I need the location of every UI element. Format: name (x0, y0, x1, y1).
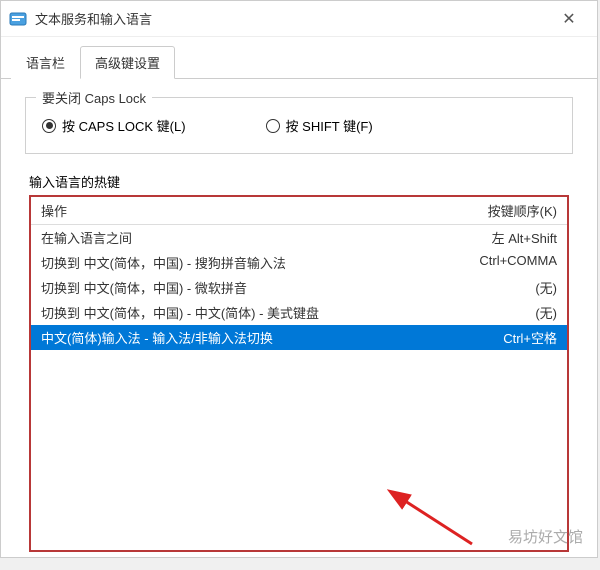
hotkey-action: 切换到 中文(简体，中国) - 搜狗拼音输入法 (41, 253, 417, 272)
radio-capslock-label: 按 CAPS LOCK 键(L) (62, 116, 186, 135)
watermark: 易坊好文馆 (508, 526, 583, 547)
close-button[interactable]: ✕ (549, 4, 589, 34)
app-icon (9, 10, 27, 28)
hotkey-action: 切换到 中文(简体，中国) - 微软拼音 (41, 278, 417, 297)
hotkey-key: Ctrl+空格 (417, 328, 557, 347)
hotkey-section-label: 输入语言的热键 (29, 172, 569, 191)
hotkey-section: 输入语言的热键 操作 按键顺序(K) 在输入语言之间 左 Alt+Shift 切… (25, 172, 573, 552)
radio-capslock[interactable]: 按 CAPS LOCK 键(L) (42, 116, 186, 135)
hotkey-key: 左 Alt+Shift (417, 228, 557, 247)
hotkey-header: 操作 按键顺序(K) (31, 197, 567, 225)
hotkey-empty-area (31, 350, 567, 550)
tab-advanced-key[interactable]: 高级键设置 (80, 46, 175, 79)
header-key[interactable]: 按键顺序(K) (417, 201, 557, 220)
close-icon: ✕ (562, 9, 575, 29)
radio-shift[interactable]: 按 SHIFT 键(F) (266, 116, 373, 135)
tab-bar: 语言栏 高级键设置 (1, 37, 597, 79)
hotkey-action: 在输入语言之间 (41, 228, 417, 247)
dialog-window: 文本服务和输入语言 ✕ 语言栏 高级键设置 要关闭 Caps Lock 按 CA… (0, 0, 598, 558)
capslock-radio-row: 按 CAPS LOCK 键(L) 按 SHIFT 键(F) (42, 116, 556, 135)
radio-shift-label: 按 SHIFT 键(F) (286, 116, 373, 135)
hotkey-action: 中文(简体)输入法 - 输入法/非输入法切换 (41, 328, 417, 347)
capslock-group-title: 要关闭 Caps Lock (36, 88, 152, 107)
header-action[interactable]: 操作 (41, 201, 417, 220)
hotkey-row[interactable]: 切换到 中文(简体，中国) - 搜狗拼音输入法 Ctrl+COMMA (31, 250, 567, 275)
hotkey-key: (无) (417, 303, 557, 322)
hotkey-listbox: 操作 按键顺序(K) 在输入语言之间 左 Alt+Shift 切换到 中文(简体… (29, 195, 569, 552)
titlebar: 文本服务和输入语言 ✕ (1, 1, 597, 37)
radio-icon (266, 119, 280, 133)
hotkey-key: (无) (417, 278, 557, 297)
tab-language-bar[interactable]: 语言栏 (11, 46, 80, 79)
hotkey-row[interactable]: 在输入语言之间 左 Alt+Shift (31, 225, 567, 250)
capslock-group: 要关闭 Caps Lock 按 CAPS LOCK 键(L) 按 SHIFT 键… (25, 97, 573, 154)
hotkey-row[interactable]: 切换到 中文(简体，中国) - 微软拼音 (无) (31, 275, 567, 300)
hotkey-key: Ctrl+COMMA (417, 253, 557, 272)
hotkey-row[interactable]: 中文(简体)输入法 - 输入法/非输入法切换 Ctrl+空格 (31, 325, 567, 350)
annotation-arrow-icon (387, 489, 477, 549)
window-title: 文本服务和输入语言 (35, 9, 549, 28)
hotkey-row[interactable]: 切换到 中文(简体，中国) - 中文(简体) - 美式键盘 (无) (31, 300, 567, 325)
tab-content: 要关闭 Caps Lock 按 CAPS LOCK 键(L) 按 SHIFT 键… (1, 79, 597, 570)
hotkey-list[interactable]: 在输入语言之间 左 Alt+Shift 切换到 中文(简体，中国) - 搜狗拼音… (31, 225, 567, 550)
hotkey-action: 切换到 中文(简体，中国) - 中文(简体) - 美式键盘 (41, 303, 417, 322)
radio-icon (42, 119, 56, 133)
